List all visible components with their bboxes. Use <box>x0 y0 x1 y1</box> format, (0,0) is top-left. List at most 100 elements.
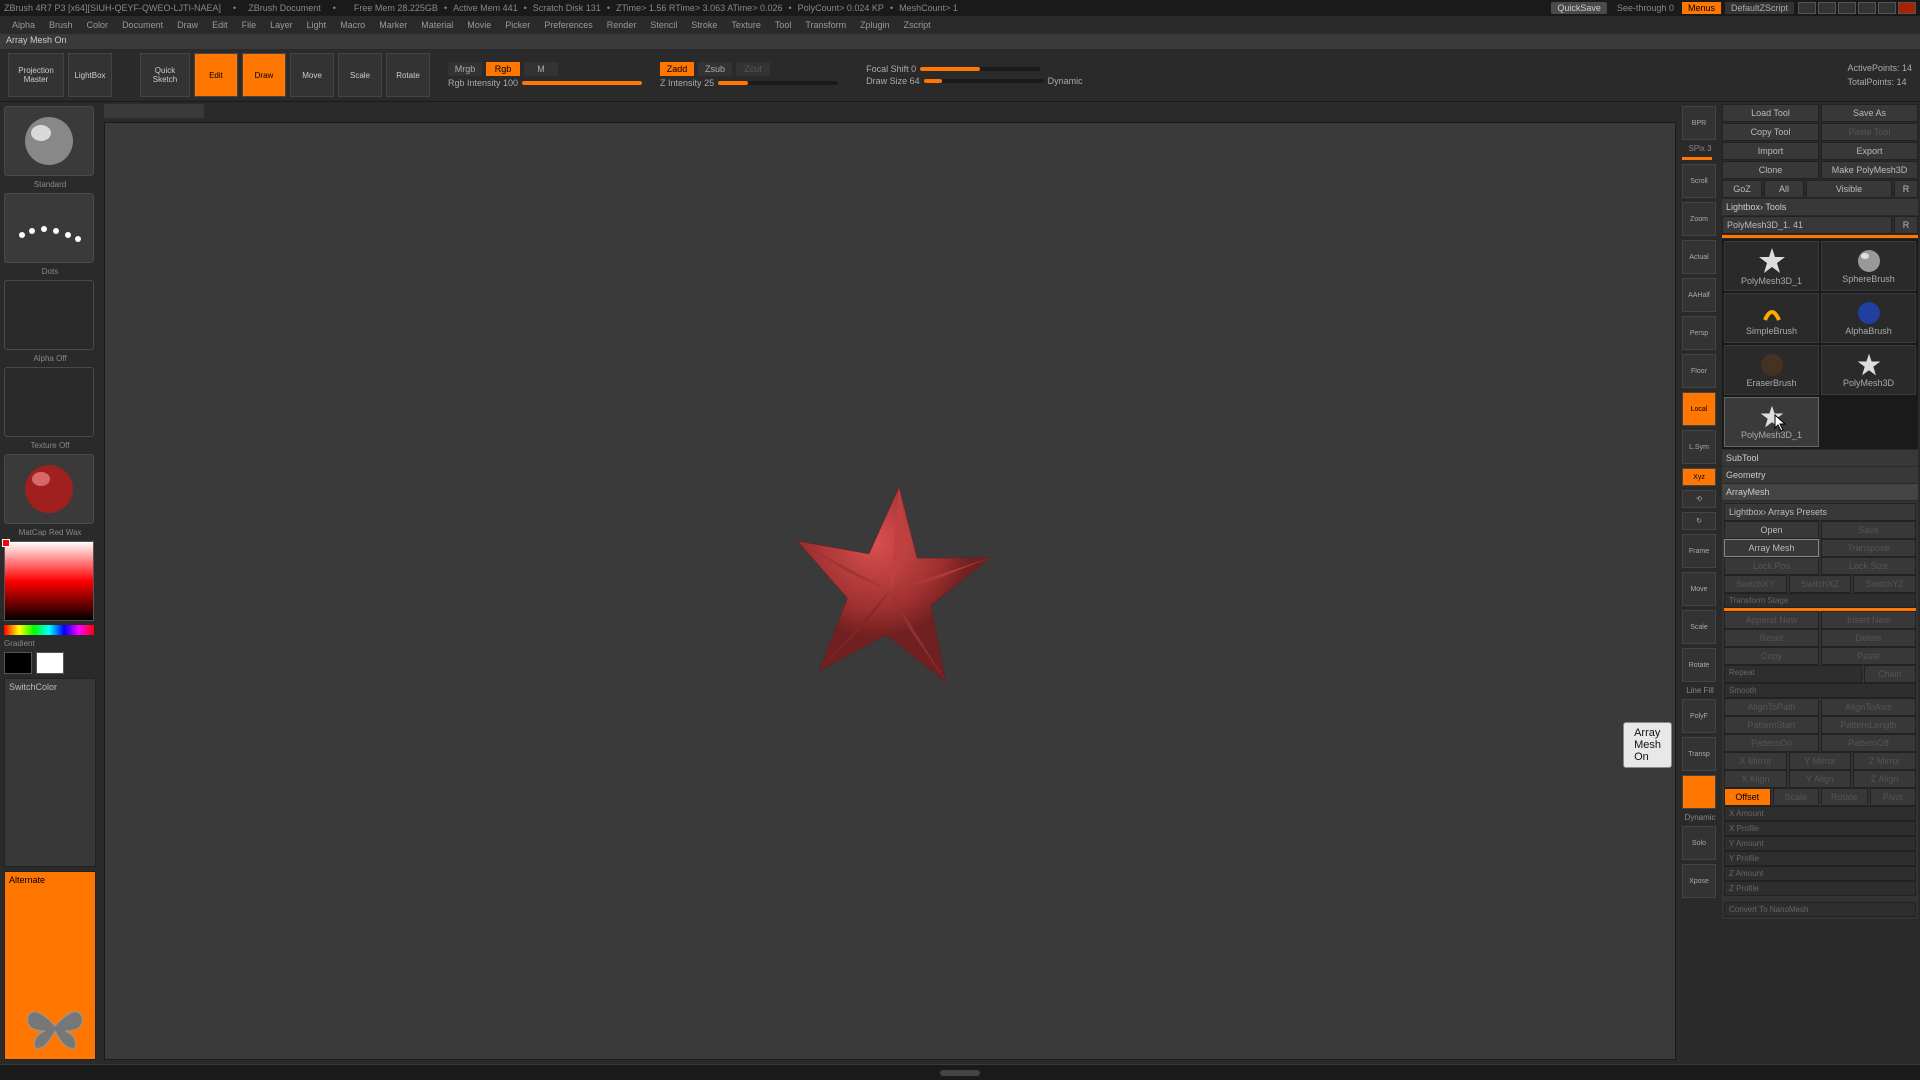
menu-document[interactable]: Document <box>116 18 169 32</box>
menu-marker[interactable]: Marker <box>373 18 413 32</box>
menu-tool[interactable]: Tool <box>769 18 798 32</box>
save-button[interactable]: Save <box>1821 521 1916 539</box>
menu-material[interactable]: Material <box>415 18 459 32</box>
switchyz-button[interactable]: SwitchYZ <box>1853 575 1916 593</box>
menu-picker[interactable]: Picker <box>499 18 536 32</box>
zprofile-label[interactable]: Z Profile <box>1724 881 1916 896</box>
menu-stencil[interactable]: Stencil <box>644 18 683 32</box>
yprofile-label[interactable]: Y Profile <box>1724 851 1916 866</box>
nav-rotate-button[interactable]: Rotate <box>1682 648 1716 682</box>
menu-draw[interactable]: Draw <box>171 18 204 32</box>
xamount-label[interactable]: X Amount <box>1724 806 1916 821</box>
patternon-button[interactable]: PatternOn <box>1724 734 1819 752</box>
subtool-header[interactable]: SubTool <box>1722 450 1918 466</box>
menu-zscript[interactable]: Zscript <box>898 18 937 32</box>
move-button[interactable]: Move <box>290 53 334 97</box>
insertnew-button[interactable]: Insert New <box>1821 611 1916 629</box>
zamount-label[interactable]: Z Amount <box>1724 866 1916 881</box>
focal-shift-slider[interactable] <box>920 67 1040 71</box>
nav-move-button[interactable]: Move <box>1682 572 1716 606</box>
m-toggle[interactable]: M <box>524 62 558 76</box>
gradient-label[interactable]: Gradient <box>4 639 96 648</box>
draw-size-slider[interactable] <box>924 79 1044 83</box>
ghost-button[interactable] <box>1682 775 1716 809</box>
brush-standard[interactable] <box>4 106 94 176</box>
yamount-label[interactable]: Y Amount <box>1724 836 1916 851</box>
rgb-intensity-slider[interactable] <box>522 81 642 85</box>
floor-button[interactable]: Floor <box>1682 354 1716 388</box>
menu-brush[interactable]: Brush <box>43 18 79 32</box>
solo-button[interactable]: Solo <box>1682 826 1716 860</box>
make-polymesh-button[interactable]: Make PolyMesh3D <box>1821 161 1918 179</box>
tool-eraserbrush[interactable]: EraserBrush <box>1724 345 1819 395</box>
arraymesh-header[interactable]: ArrayMesh <box>1722 484 1918 500</box>
convert-label[interactable]: Convert To NanoMesh <box>1724 902 1916 917</box>
color-main-swatch[interactable] <box>4 652 32 674</box>
smooth-label[interactable]: Smooth <box>1724 683 1916 698</box>
transform-stage-label[interactable]: Transform Stage <box>1724 593 1916 608</box>
scale-button-2[interactable]: Scale <box>1773 788 1820 806</box>
aligntopath-button[interactable]: AlignToPath <box>1724 698 1819 716</box>
export-button[interactable]: Export <box>1821 142 1918 160</box>
xyz-button[interactable]: Xyz <box>1682 468 1716 486</box>
draw-button[interactable]: Draw <box>242 53 286 97</box>
open-button[interactable]: Open <box>1724 521 1819 539</box>
zalign-button[interactable]: Z Align <box>1853 770 1916 788</box>
scroll-button[interactable]: Scroll <box>1682 164 1716 198</box>
lightbox-tools-label[interactable]: Lightbox› Tools <box>1722 199 1918 215</box>
menu-stroke[interactable]: Stroke <box>685 18 723 32</box>
paste-tool-button[interactable]: Paste Tool <box>1821 123 1918 141</box>
tool-simplebrush[interactable]: SimpleBrush <box>1724 293 1819 343</box>
spix-slider[interactable] <box>1682 157 1712 160</box>
xmirror-button[interactable]: X Mirror <box>1724 752 1787 770</box>
canvas[interactable] <box>104 122 1676 1060</box>
edit-button[interactable]: Edit <box>194 53 238 97</box>
rot-mode-1[interactable]: ⟲ <box>1682 490 1716 508</box>
zadd-toggle[interactable]: Zadd <box>660 62 694 76</box>
lightbox-arrays-button[interactable]: Lightbox› Arrays Presets <box>1724 503 1916 521</box>
clone-button[interactable]: Clone <box>1722 161 1819 179</box>
grip-handle[interactable] <box>940 1070 980 1076</box>
aahalf-button[interactable]: AAHalf <box>1682 278 1716 312</box>
patternoff-button[interactable]: PatternOff <box>1821 734 1916 752</box>
menu-render[interactable]: Render <box>601 18 643 32</box>
frame-button[interactable]: Frame <box>1682 534 1716 568</box>
repeat-label[interactable]: Repeat <box>1724 665 1862 683</box>
persp-button[interactable]: Persp <box>1682 316 1716 350</box>
minimize-icon[interactable] <box>1858 2 1876 14</box>
visible-button[interactable]: Visible <box>1806 180 1892 198</box>
xalign-button[interactable]: X Align <box>1724 770 1787 788</box>
back-icon[interactable] <box>1838 2 1856 14</box>
transp-button[interactable]: Transp <box>1682 737 1716 771</box>
menu-edit[interactable]: Edit <box>206 18 234 32</box>
menu-texture[interactable]: Texture <box>725 18 767 32</box>
xprofile-label[interactable]: X Profile <box>1724 821 1916 836</box>
rot-mode-2[interactable]: ↻ <box>1682 512 1716 530</box>
quicksketch-button[interactable]: Quick Sketch <box>140 53 190 97</box>
menus-button[interactable]: Menus <box>1682 2 1721 14</box>
z-intensity-slider[interactable] <box>718 81 838 85</box>
spix-label[interactable]: SPix 3 <box>1682 144 1718 153</box>
color-picker[interactable] <box>4 541 94 621</box>
offset-button[interactable]: Offset <box>1724 788 1771 806</box>
tool-polymesh3d[interactable]: PolyMesh3D <box>1821 345 1916 395</box>
stroke-dots[interactable] <box>4 193 94 263</box>
all-button[interactable]: All <box>1764 180 1804 198</box>
copy-button[interactable]: Copy <box>1724 647 1819 665</box>
pivot-button[interactable]: Pivot <box>1870 788 1917 806</box>
tool-spherebrush[interactable]: SphereBrush <box>1821 241 1916 291</box>
tool-alphabrush[interactable]: AlphaBrush <box>1821 293 1916 343</box>
zcut-toggle[interactable]: Zcut <box>736 62 770 76</box>
rotate-button-2[interactable]: Rotate <box>1821 788 1868 806</box>
goz-button[interactable]: GoZ <box>1722 180 1762 198</box>
patternlength-button[interactable]: PatternLength <box>1821 716 1916 734</box>
geometry-header[interactable]: Geometry <box>1722 467 1918 483</box>
patternstart-button[interactable]: PatternStart <box>1724 716 1819 734</box>
tool-slider[interactable] <box>1722 235 1918 238</box>
browser-icon[interactable] <box>1798 2 1816 14</box>
lockpos-button[interactable]: Lock Pos <box>1724 557 1819 575</box>
texture-slot[interactable] <box>4 367 94 437</box>
menu-transform[interactable]: Transform <box>799 18 852 32</box>
canvas-tab[interactable] <box>104 104 204 118</box>
rgb-toggle[interactable]: Rgb <box>486 62 520 76</box>
